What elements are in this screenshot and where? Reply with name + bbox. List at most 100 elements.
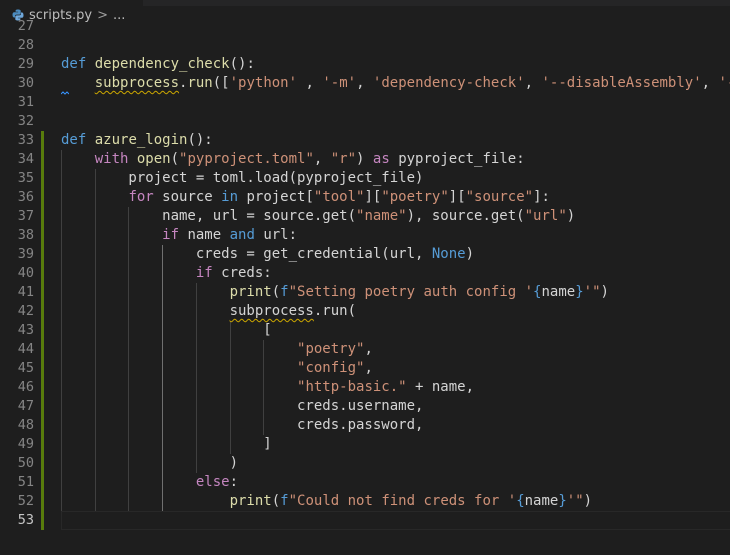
current-line-highlight <box>61 511 730 530</box>
line-code: creds.username, <box>61 397 423 416</box>
line-number[interactable]: 45 <box>0 359 34 378</box>
code-line[interactable]: 47 creds.username, <box>0 397 730 416</box>
code-token: , <box>313 151 331 167</box>
code-line[interactable]: 48 creds.password, <box>0 416 730 435</box>
line-number[interactable]: 40 <box>0 264 34 283</box>
code-line[interactable]: 36 for source in project["tool"]["poetry… <box>0 188 730 207</box>
line-number[interactable]: 33 <box>0 131 34 150</box>
code-token: source <box>153 189 222 205</box>
code-token: [ <box>61 322 272 338</box>
code-token: ( <box>271 284 281 300</box>
code-token: .run( <box>313 303 357 319</box>
code-token: ([ <box>212 75 230 91</box>
line-number[interactable]: 27 <box>0 20 34 36</box>
code-line[interactable]: 45 "config", <box>0 359 730 378</box>
line-number[interactable]: 42 <box>0 302 34 321</box>
code-line[interactable]: 30 subprocess.run(['python' , '-m', 'dep… <box>0 74 730 93</box>
line-number[interactable]: 39 <box>0 245 34 264</box>
line-code: creds = get_credential(url, None) <box>61 245 474 264</box>
code-line[interactable]: 38 if name and url: <box>0 226 730 245</box>
code-line[interactable]: 43 [ <box>0 321 730 340</box>
code-line[interactable]: 51 else: <box>0 473 730 492</box>
code-line[interactable]: 32 <box>0 112 730 131</box>
code-line[interactable]: 37 name, url = source.get("name"), sourc… <box>0 207 730 226</box>
code-line[interactable]: 44 "poetry", <box>0 340 730 359</box>
code-token: name <box>524 493 559 509</box>
line-number[interactable]: 41 <box>0 283 34 302</box>
code-token: for <box>128 189 154 205</box>
line-code: "config", <box>61 359 373 378</box>
line-number[interactable]: 48 <box>0 416 34 435</box>
code-token: , <box>701 75 719 91</box>
line-number[interactable]: 53 <box>0 511 34 530</box>
code-line[interactable]: 33 def azure_login(): <box>0 131 730 150</box>
code-line[interactable]: 35 project = toml.load(pyproject_file) <box>0 169 730 188</box>
code-line[interactable]: 50 ) <box>0 454 730 473</box>
code-token: creds: <box>212 265 272 281</box>
code-token: url: <box>254 227 298 243</box>
line-number[interactable]: 31 <box>0 93 34 112</box>
code-token: def <box>61 56 87 72</box>
code-token: "Setting poetry auth config ' <box>288 284 534 300</box>
code-line[interactable]: 41 print(f"Setting poetry auth config '{… <box>0 283 730 302</box>
line-number[interactable]: 47 <box>0 397 34 416</box>
line-number[interactable]: 50 <box>0 454 34 473</box>
line-number[interactable]: 49 <box>0 435 34 454</box>
line-code: else: <box>61 473 238 492</box>
code-token: "r" <box>330 151 357 167</box>
code-line[interactable]: 28 <box>0 36 730 55</box>
code-token: "source" <box>465 189 534 205</box>
code-line[interactable]: 52 print(f"Could not find creds for '{na… <box>0 492 730 511</box>
code-token: ][ <box>364 189 382 205</box>
code-token: '" <box>583 284 601 300</box>
code-line[interactable]: 40 if creds: <box>0 264 730 283</box>
code-token: ) <box>566 208 576 224</box>
line-code: print(f"Setting poetry auth config '{nam… <box>61 283 609 302</box>
code-token: "name" <box>356 208 407 224</box>
line-code: if creds: <box>61 264 272 283</box>
line-number[interactable]: 37 <box>0 207 34 226</box>
line-number[interactable]: 44 <box>0 340 34 359</box>
code-line[interactable]: 27 <box>0 20 730 36</box>
code-line[interactable]: 53 <box>0 511 730 530</box>
line-number[interactable]: 46 <box>0 378 34 397</box>
code-line[interactable]: 39 creds = get_credential(url, None) <box>0 245 730 264</box>
code-line[interactable]: 34 with open("pyproject.toml", "r") as p… <box>0 150 730 169</box>
line-number[interactable]: 36 <box>0 188 34 207</box>
line-number[interactable]: 38 <box>0 226 34 245</box>
code-token: } <box>575 284 584 300</box>
line-number[interactable]: 32 <box>0 112 34 131</box>
line-number[interactable]: 52 <box>0 492 34 511</box>
line-number[interactable]: 28 <box>0 36 34 55</box>
code-token: ) <box>600 284 609 300</box>
line-number[interactable]: 43 <box>0 321 34 340</box>
code-line[interactable]: 42 subprocess.run( <box>0 302 730 321</box>
line-number[interactable]: 30 <box>0 74 34 93</box>
code-token: , <box>524 75 542 91</box>
code-line[interactable]: 49 ] <box>0 435 730 454</box>
line-number[interactable]: 51 <box>0 473 34 492</box>
line-number[interactable]: 34 <box>0 150 34 169</box>
code-line[interactable]: 31 <box>0 93 730 112</box>
line-number[interactable]: 35 <box>0 169 34 188</box>
code-token: , <box>356 75 373 91</box>
line-number[interactable]: 29 <box>0 55 34 74</box>
code-token: project = toml.load(pyproject_file) <box>61 170 424 186</box>
line-code: subprocess.run( <box>61 302 356 321</box>
code-token: "poetry" <box>297 341 365 357</box>
code-line[interactable]: 29 def dependency_check(): <box>0 55 730 74</box>
code-line[interactable]: 46 "http-basic." + name, <box>0 378 730 397</box>
code-editor[interactable]: 27 28 29 def dependency_check(): 30 subproce… <box>0 20 730 555</box>
line-code: for source in project["tool"]["poetry"][… <box>61 188 549 207</box>
line-code: subprocess.run(['python' , '-m', 'depend… <box>61 74 730 93</box>
code-token: 'dependency-check' <box>372 75 525 91</box>
